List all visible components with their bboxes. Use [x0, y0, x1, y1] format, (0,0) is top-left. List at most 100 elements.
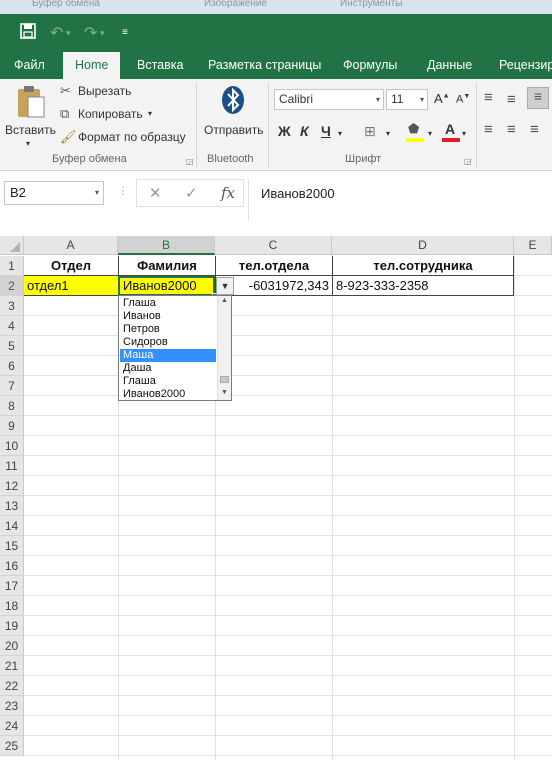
borders-icon[interactable]: ⊞ [364, 123, 376, 140]
align-center-icon[interactable]: ≡ [507, 121, 516, 138]
dropdown-arrow-button[interactable]: ▼ [216, 277, 234, 295]
dropdown-option[interactable]: Глаша [120, 375, 216, 388]
enter-icon[interactable]: ✓ [185, 184, 198, 202]
dropdown-option-selected[interactable]: Маша [120, 349, 216, 362]
column-header-b[interactable]: B [118, 236, 215, 255]
bluetooth-send-button[interactable]: Отправить [200, 83, 266, 149]
row-header[interactable]: 22 [0, 676, 24, 696]
tab-home[interactable]: Home [63, 52, 121, 79]
row-header[interactable]: 5 [0, 336, 24, 356]
dropdown-option[interactable]: Глаша [120, 297, 216, 310]
formula-input[interactable]: Иванов2000 [248, 179, 552, 221]
align-top-icon[interactable]: ≡ [484, 89, 493, 106]
grid-line [24, 455, 552, 456]
name-box[interactable]: B2 ▾ [4, 181, 104, 205]
cell-a1[interactable]: Отдел [24, 256, 118, 276]
redo-icon[interactable]: ↷ [84, 23, 97, 43]
dialog-launcher-icon[interactable]: ◲ [186, 157, 194, 166]
row-header[interactable]: 6 [0, 356, 24, 376]
cell-c1[interactable]: тел.отдела [215, 256, 332, 276]
chevron-down-icon[interactable]: ▾ [428, 129, 432, 138]
column-header-d[interactable]: D [332, 236, 514, 255]
bold-button[interactable]: Ж [278, 123, 291, 139]
row-header[interactable]: 24 [0, 716, 24, 736]
row-header[interactable]: 15 [0, 536, 24, 556]
row-header[interactable]: 10 [0, 436, 24, 456]
align-left-icon[interactable]: ≡ [484, 121, 493, 138]
tab-insert[interactable]: Вставка [137, 58, 183, 72]
scrollbar-thumb[interactable] [220, 376, 229, 383]
chevron-down-icon[interactable]: ▾ [386, 129, 390, 138]
column-header-c[interactable]: C [215, 236, 332, 255]
tab-page-layout[interactable]: Разметка страницы [208, 58, 321, 72]
select-all-corner[interactable] [0, 236, 24, 255]
paste-button[interactable]: Вставить ▾ [4, 83, 56, 149]
fill-color-icon[interactable]: ⬟ [406, 121, 426, 143]
chevron-down-icon[interactable]: ▾ [66, 28, 71, 39]
cell-d1[interactable]: тел.сотрудника [332, 256, 514, 276]
grow-font-icon[interactable]: A▲ [434, 91, 450, 106]
dropdown-option[interactable]: Иванов2000 [120, 388, 216, 401]
validation-dropdown-list[interactable]: Глаша Иванов Петров Сидоров Маша Даша Гл… [118, 295, 232, 401]
font-color-icon[interactable]: A [442, 121, 462, 143]
dropdown-option[interactable]: Сидоров [120, 336, 216, 349]
align-bottom-icon[interactable]: ≡ [527, 87, 549, 109]
dropdown-option[interactable]: Иванов [120, 310, 216, 323]
tab-review[interactable]: Рецензир [499, 58, 552, 72]
cancel-icon[interactable]: ✕ [149, 184, 162, 202]
dropdown-option[interactable]: Даша [120, 362, 216, 375]
chevron-down-icon[interactable]: ▾ [100, 28, 105, 39]
undo-icon[interactable]: ↶ [50, 23, 63, 43]
row-header[interactable]: 8 [0, 396, 24, 416]
row-header[interactable]: 14 [0, 516, 24, 536]
shrink-font-icon[interactable]: A▼ [456, 93, 470, 106]
font-size-select[interactable]: 11 ▾ [386, 89, 428, 110]
row-header[interactable]: 9 [0, 416, 24, 436]
tab-formulas[interactable]: Формулы [343, 58, 397, 72]
row-header[interactable]: 19 [0, 616, 24, 636]
row-header[interactable]: 23 [0, 696, 24, 716]
grid-line [24, 415, 552, 416]
column-header-e[interactable]: E [514, 236, 552, 255]
dropdown-scrollbar[interactable]: ▲ ▼ [217, 296, 231, 400]
underline-button[interactable]: Ч [321, 123, 331, 139]
row-header[interactable]: 7 [0, 376, 24, 396]
row-header[interactable]: 11 [0, 456, 24, 476]
align-middle-icon[interactable]: ≡ [507, 91, 516, 108]
grid-line [24, 395, 552, 396]
cell-b2[interactable]: Иванов2000 [118, 276, 215, 296]
italic-button[interactable]: К [300, 123, 309, 139]
row-header[interactable]: 20 [0, 636, 24, 656]
chevron-down-icon[interactable]: ▾ [338, 129, 342, 138]
row-header[interactable]: 25 [0, 736, 24, 756]
row-header[interactable]: 3 [0, 296, 24, 316]
font-name-select[interactable]: Calibri ▾ [274, 89, 384, 110]
row-header[interactable]: 2 [0, 276, 24, 296]
row-header[interactable]: 21 [0, 656, 24, 676]
insert-function-icon[interactable]: fx [221, 184, 235, 202]
customize-icon[interactable]: ≡ [122, 27, 128, 38]
row-header[interactable]: 13 [0, 496, 24, 516]
scroll-up-icon[interactable]: ▲ [221, 297, 228, 304]
cell-d2[interactable]: 8-923-333-2358 [332, 276, 514, 296]
row-header[interactable]: 12 [0, 476, 24, 496]
dropdown-option[interactable]: Петров [120, 323, 216, 336]
align-right-icon[interactable]: ≡ [530, 121, 539, 138]
cell-b1[interactable]: Фамилия [118, 256, 215, 276]
cell-a2[interactable]: отдел1 [24, 276, 118, 296]
row-header[interactable]: 18 [0, 596, 24, 616]
row-header[interactable]: 17 [0, 576, 24, 596]
column-header-a[interactable]: A [24, 236, 118, 255]
cut-button[interactable]: ✂ Вырезать [60, 83, 140, 101]
format-painter-button[interactable]: 🖌 Формат по образцу [60, 129, 190, 147]
copy-button[interactable]: ⧉ Копировать ▾ [60, 106, 160, 124]
row-header[interactable]: 4 [0, 316, 24, 336]
chevron-down-icon[interactable]: ▾ [462, 129, 466, 138]
save-icon[interactable] [20, 23, 36, 44]
scroll-down-icon[interactable]: ▼ [221, 389, 228, 396]
tab-data[interactable]: Данные [427, 58, 472, 72]
dialog-launcher-icon[interactable]: ◲ [464, 157, 472, 166]
tab-file[interactable]: Файл [14, 58, 45, 72]
row-header[interactable]: 16 [0, 556, 24, 576]
row-header[interactable]: 1 [0, 256, 24, 276]
